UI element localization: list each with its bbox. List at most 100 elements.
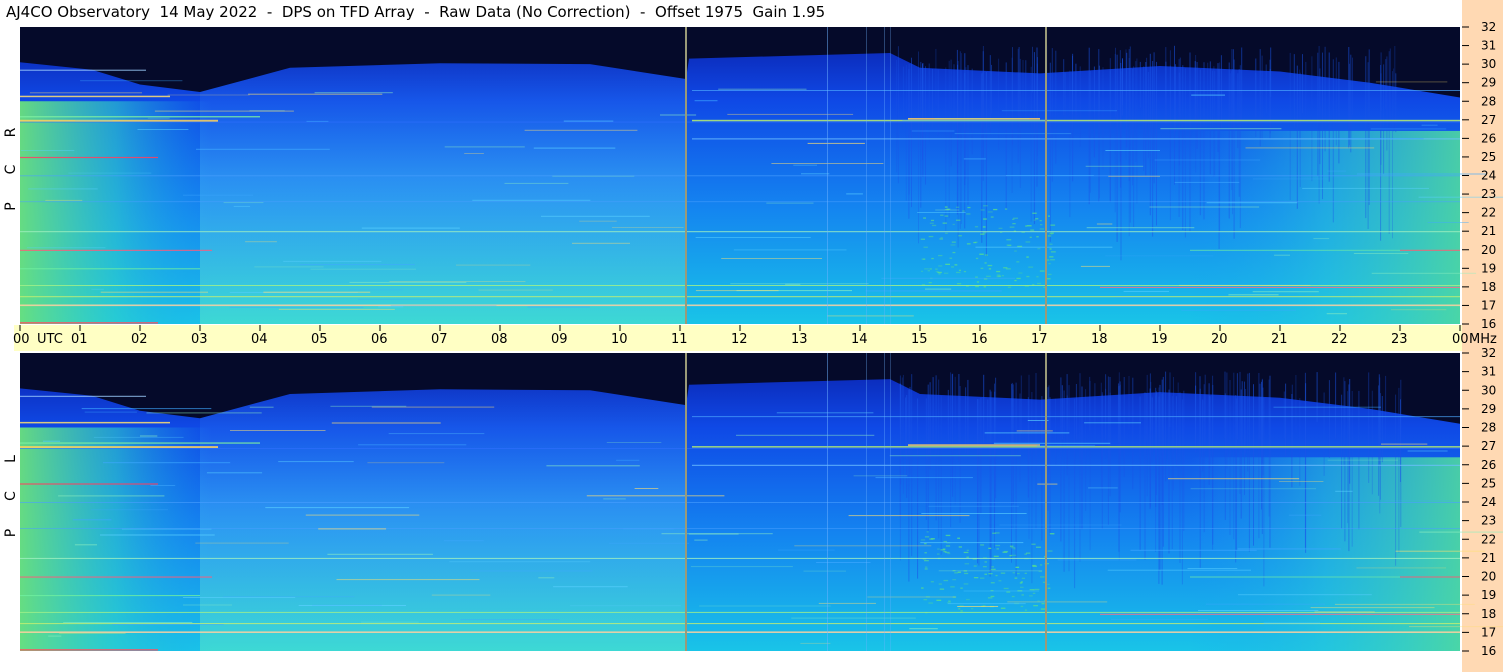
polarization-letter: R (3, 127, 19, 137)
frequency-tick-label: 24 (1481, 169, 1496, 183)
polarization-letter: L (3, 455, 19, 463)
frequency-tick-label: 32 (1481, 346, 1496, 360)
rcp-panel (20, 27, 1503, 324)
utc-tick-label: 18 (1091, 332, 1108, 347)
frequency-tick-label: 23 (1481, 514, 1496, 528)
frequency-tick-label: 21 (1481, 224, 1496, 238)
utc-tick-label: 12 (731, 332, 748, 347)
interference-line (692, 416, 1460, 418)
interference-line (20, 595, 200, 597)
frequency-tick-label: 30 (1481, 383, 1496, 397)
utc-tick-label: 00 (13, 332, 30, 347)
utc-tick-label: 04 (251, 332, 268, 347)
interference-line (1100, 286, 1460, 288)
utc-unit-label: UTC (37, 332, 63, 347)
frequency-tick-label: 32 (1481, 20, 1496, 34)
utc-tick-label: 15 (911, 332, 928, 347)
utc-tick-label: 13 (791, 332, 808, 347)
frequency-tick-label: 20 (1481, 243, 1496, 257)
lcp-panel (20, 353, 1503, 651)
frequency-tick-label: 27 (1481, 439, 1496, 453)
frequency-tick-label: 29 (1481, 402, 1496, 416)
time-marker (685, 27, 687, 324)
utc-tick-label: 11 (671, 332, 688, 347)
frequency-tick-label: 22 (1481, 206, 1496, 220)
interference-line (20, 175, 1460, 177)
utc-tick-label: 08 (491, 332, 508, 347)
interference-line (20, 119, 218, 122)
frequency-tick-label: 17 (1481, 298, 1496, 312)
utc-tick-label: 01 (71, 332, 88, 347)
frequency-tick-label: 31 (1481, 365, 1496, 379)
utc-tick-label: 14 (851, 332, 868, 347)
interference-line (20, 296, 1460, 298)
utc-tick-label: 22 (1331, 332, 1348, 347)
frequency-tick-label: 24 (1481, 495, 1496, 509)
utc-tick-label: 16 (971, 332, 988, 347)
interference-line (20, 502, 1460, 503)
interference-line (20, 649, 158, 651)
polarization-letter: P (3, 202, 19, 210)
utc-tick-label: 00 (1452, 332, 1469, 347)
frequency-tick-label: 26 (1481, 458, 1496, 472)
utc-tick-label: 23 (1391, 332, 1408, 347)
interference-line (20, 116, 260, 118)
night-noise-left (20, 427, 212, 651)
frequency-tick-label: 29 (1481, 76, 1496, 90)
interference-line (20, 249, 212, 251)
interference-line (20, 631, 1460, 633)
interference-line (20, 268, 200, 270)
frequency-tick-label: 28 (1481, 421, 1496, 435)
frequency-tick-label: 26 (1481, 131, 1496, 145)
interference-line (20, 483, 158, 485)
interference-line (20, 304, 1460, 307)
interference-line (1400, 576, 1460, 578)
interference-line (20, 121, 1460, 123)
interference-line (20, 576, 212, 578)
frequency-tick-label: 25 (1481, 476, 1496, 490)
utc-tick-label: 20 (1211, 332, 1228, 347)
utc-tick-label: 05 (311, 332, 328, 347)
time-marker (685, 353, 687, 651)
utc-tick-label: 21 (1271, 332, 1288, 347)
frequency-tick-label: 19 (1481, 261, 1496, 275)
utc-tick-label: 03 (191, 332, 208, 347)
interference-line (1400, 249, 1460, 251)
interference-line (20, 95, 170, 98)
frequency-tick-label: 25 (1481, 150, 1496, 164)
interference-line (692, 90, 1460, 91)
interference-line (692, 464, 1460, 466)
frequency-tick-label: 21 (1481, 551, 1496, 565)
interference-line (20, 623, 1460, 625)
interference-line (20, 442, 260, 444)
utc-tick-label: 07 (431, 332, 448, 347)
utc-tick-label: 19 (1151, 332, 1168, 347)
polarization-letter: C (3, 491, 19, 501)
utc-tick-label: 09 (551, 332, 568, 347)
interference-line (692, 119, 1460, 122)
time-marker (1045, 353, 1047, 651)
frequency-tick-label: 16 (1481, 317, 1496, 331)
interference-line (20, 231, 1460, 233)
interference-line (20, 557, 1460, 559)
frequency-tick-label: 18 (1481, 607, 1496, 621)
interference-line (20, 201, 1460, 203)
utc-tick-label: 17 (1031, 332, 1048, 347)
frequency-tick-label: 17 (1481, 625, 1496, 639)
frequency-tick-label: 22 (1481, 532, 1496, 546)
utc-tick-label: 10 (611, 332, 628, 347)
interference-line (20, 448, 1460, 449)
time-marker (1045, 27, 1047, 324)
interference-line (1100, 613, 1460, 615)
frequency-tick-label: 20 (1481, 570, 1496, 584)
interference-line (20, 611, 1460, 613)
interference-line (20, 322, 158, 324)
frequency-tick-label: 31 (1481, 39, 1496, 53)
frequency-tick-label: 28 (1481, 94, 1496, 108)
mhz-unit-label: MHz (1469, 332, 1497, 347)
frequency-tick-label: 27 (1481, 113, 1496, 127)
polarization-letter: P (3, 529, 19, 537)
interference-line (20, 421, 170, 424)
interference-line (20, 69, 146, 71)
frequency-tick-label: 30 (1481, 57, 1496, 71)
